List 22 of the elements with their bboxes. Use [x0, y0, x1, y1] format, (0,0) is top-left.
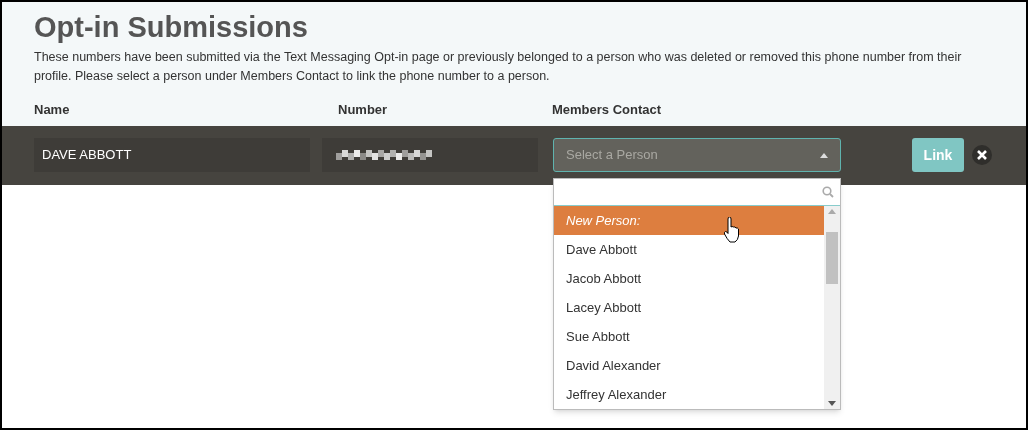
scroll-down-icon: [828, 401, 836, 406]
dropdown-option[interactable]: Jeffrey Alexander: [554, 380, 824, 409]
column-header: Number: [338, 101, 389, 119]
scroll-up-icon: [828, 209, 836, 214]
close-button[interactable]: [972, 145, 992, 165]
column-header: Name: [34, 101, 71, 119]
dropdown-option[interactable]: Sue Abbott: [554, 322, 824, 351]
column-header: Members Contact: [552, 101, 662, 119]
close-icon: [977, 150, 987, 160]
dropdown-option[interactable]: Dave Abbott: [554, 235, 824, 264]
search-icon: [822, 186, 834, 198]
name-field[interactable]: DAVE ABBOTT: [34, 138, 310, 172]
dropdown-option[interactable]: David Alexander: [554, 351, 824, 380]
dropdown-option[interactable]: Jacob Abbott: [554, 264, 824, 293]
caret-up-icon: [820, 152, 828, 158]
scrollbar[interactable]: [824, 206, 840, 409]
description-text: These numbers have been submitted via the Text Messaging Opt-in page or previously belonged to a person who was deleted or removed this phone number from their profile. Please select a person under Members Contact to link the phone number to a person.: [34, 49, 963, 85]
hand-cursor-icon: [723, 217, 741, 243]
number-field[interactable]: [322, 138, 538, 172]
page-title: Opt-in Submissions: [34, 10, 309, 44]
dropdown-option[interactable]: Lacey Abbott: [554, 293, 824, 322]
scrollbar-thumb[interactable]: [826, 231, 838, 284]
